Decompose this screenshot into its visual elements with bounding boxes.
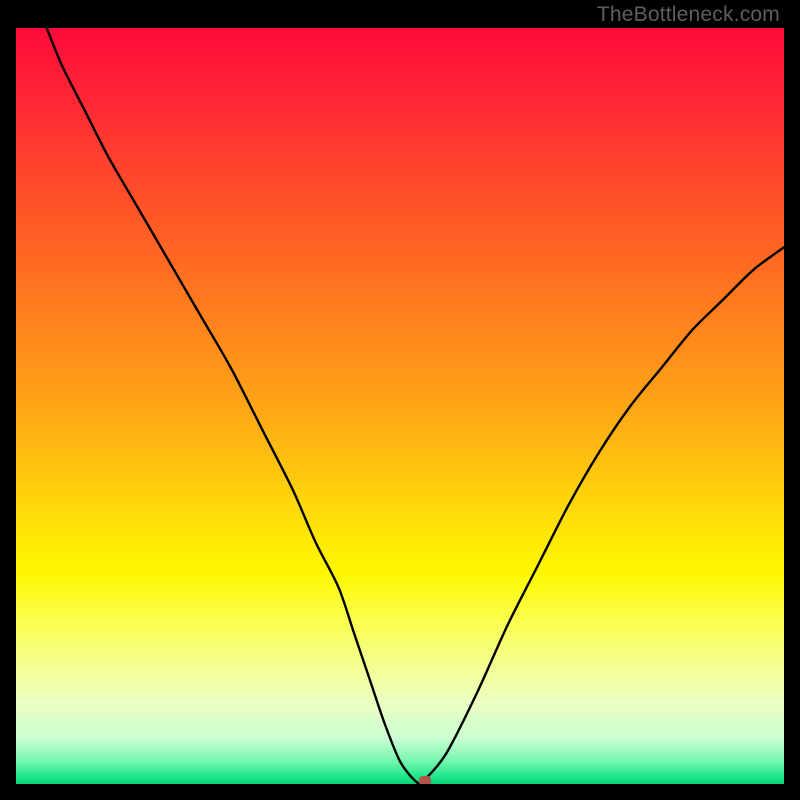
curve-svg (16, 28, 784, 784)
chart-frame: TheBottleneck.com (0, 0, 800, 800)
minimum-marker (419, 776, 431, 784)
watermark-text: TheBottleneck.com (597, 3, 780, 27)
plot-area (16, 28, 784, 784)
bottleneck-curve (47, 28, 784, 783)
